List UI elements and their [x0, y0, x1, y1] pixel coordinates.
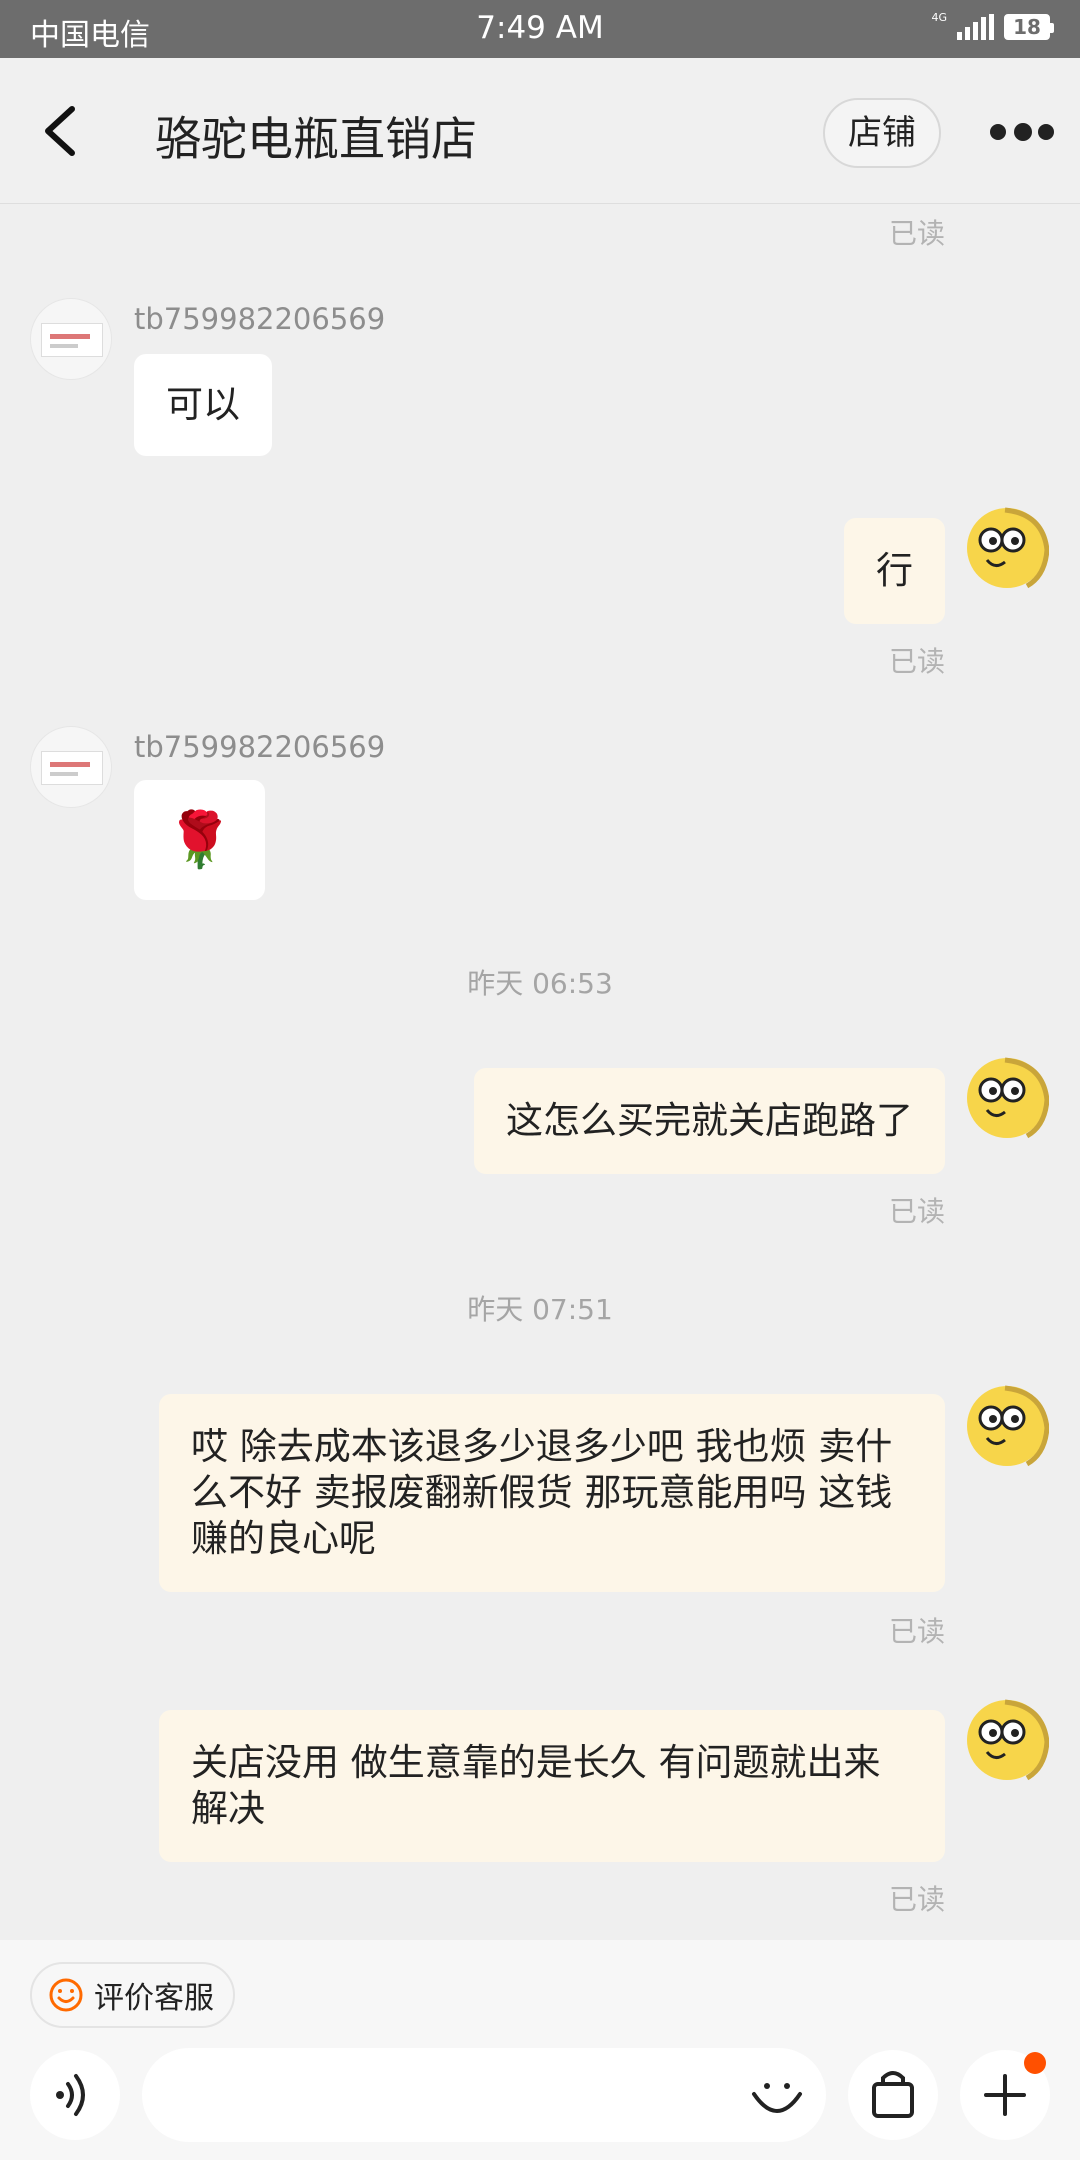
more-icon[interactable] [990, 123, 1054, 142]
user-avatar[interactable] [965, 1056, 1049, 1140]
shop-avatar[interactable] [30, 298, 112, 380]
message-bubble-outgoing[interactable]: 这怎么买完就关店跑路了 [474, 1068, 945, 1174]
voice-icon [56, 2074, 85, 2116]
notification-dot [1024, 2052, 1046, 2074]
product-button[interactable] [848, 2050, 938, 2140]
timestamp: 昨天 07:51 [467, 1293, 613, 1326]
shopping-bag-icon [872, 2071, 914, 2118]
clock: 7:49 AM [476, 10, 604, 46]
message-bubble-outgoing[interactable]: 哎 除去成本该退多少退多少吧 我也烦 卖什么不好 卖报废翻新假货 那玩意能用吗 … [159, 1394, 945, 1592]
rate-service-label: 评价客服 [94, 1981, 214, 2016]
read-receipt: 已读 [888, 1883, 945, 1916]
emoji-icon[interactable] [748, 2066, 806, 2124]
status-bar: 中国电信 7:49 AM 4G 18 [0, 0, 1080, 58]
chevron-left-icon [45, 106, 75, 156]
smiley-icon [49, 1978, 83, 2012]
shop-nickname: tb759982206569 [134, 730, 386, 764]
message-bubble-outgoing[interactable]: 关店没用 做生意靠的是长久 有问题就出来解决 [159, 1710, 945, 1862]
read-receipt: 已读 [888, 1615, 945, 1648]
rate-service-button[interactable]: 评价客服 [30, 1962, 235, 2028]
read-receipt: 已读 [888, 1195, 945, 1228]
input-panel: 评价客服 [0, 1940, 1080, 2160]
shop-nickname: tb759982206569 [134, 302, 386, 336]
message-input-box[interactable] [142, 2048, 826, 2142]
user-avatar[interactable] [965, 1698, 1049, 1782]
read-receipt: 已读 [888, 645, 945, 678]
shop-title: 骆驼电瓶直销店 [155, 112, 477, 166]
timestamp: 昨天 06:53 [467, 967, 613, 1000]
message-bubble-emoji[interactable]: 🌹 [134, 780, 266, 900]
voice-button[interactable] [30, 2050, 120, 2140]
back-button[interactable] [38, 103, 82, 159]
shop-button[interactable]: 店铺 [823, 98, 941, 168]
chat-screen: 中国电信 7:49 AM 4G 18 骆驼电瓶直销店 店铺 已读 tb75998… [0, 0, 1080, 2160]
message-bubble-incoming[interactable]: 可以 [134, 354, 272, 456]
shop-avatar[interactable] [30, 726, 112, 808]
battery-icon: 18 [1004, 14, 1054, 40]
chat-header: 骆驼电瓶直销店 店铺 [0, 58, 1080, 204]
message-bubble-outgoing[interactable]: 行 [844, 518, 945, 624]
user-avatar[interactable] [965, 1384, 1049, 1468]
read-receipt: 已读 [888, 217, 945, 250]
signal-icon [957, 14, 994, 40]
message-input[interactable] [172, 2068, 732, 2122]
status-icons: 4G 18 [931, 10, 1054, 40]
user-avatar[interactable] [965, 506, 1049, 590]
network-type: 4G [931, 10, 947, 24]
